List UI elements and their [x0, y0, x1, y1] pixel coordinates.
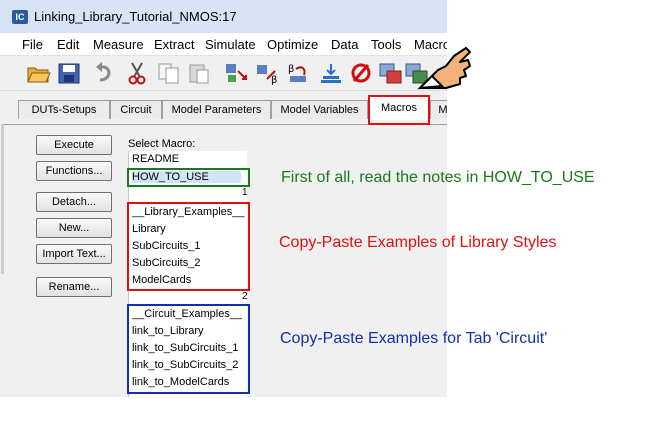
tool-d-icon[interactable]: [318, 61, 344, 85]
pointing-hand-icon: [417, 47, 471, 90]
menu-measure[interactable]: Measure: [93, 37, 144, 52]
menu-file[interactable]: File: [22, 37, 43, 52]
tab-duts-setups[interactable]: DUTs-Setups: [18, 100, 110, 119]
menu-simulate[interactable]: Simulate: [205, 37, 256, 52]
paste-icon[interactable]: [186, 61, 212, 85]
svg-text:β: β: [288, 64, 294, 75]
menu-optimize[interactable]: Optimize: [267, 37, 318, 52]
menu-edit[interactable]: Edit: [57, 37, 79, 52]
window-title: Linking_Library_Tutorial_NMOS:17: [34, 9, 237, 24]
tab-circuit[interactable]: Circuit: [110, 100, 162, 119]
select-macro-label: Select Macro:: [128, 138, 196, 150]
how-to-use-highlight: [127, 168, 250, 187]
group-number-1: 1: [242, 187, 248, 198]
svg-text:β: β: [271, 75, 277, 85]
tab-more[interactable]: M: [430, 100, 447, 119]
tool-e-icon[interactable]: [378, 61, 404, 85]
annotation-circuit-tab: Copy-Paste Examples for Tab 'Circuit': [280, 330, 548, 347]
toolbar: β β: [0, 56, 447, 91]
tool-a-icon[interactable]: [224, 61, 250, 85]
new-button[interactable]: New...: [36, 218, 112, 238]
import-text-button[interactable]: Import Text...: [36, 244, 112, 264]
open-folder-icon[interactable]: [26, 61, 52, 85]
menu-bar: File Edit Measure Extract Simulate Optim…: [0, 33, 447, 56]
tool-b-icon[interactable]: β: [255, 61, 281, 85]
annotation-how-to-use: First of all, read the notes in HOW_TO_U…: [281, 169, 595, 186]
detach-button[interactable]: Detach...: [36, 192, 112, 212]
functions-button[interactable]: Functions...: [36, 161, 112, 181]
cut-icon[interactable]: [124, 61, 150, 85]
save-icon[interactable]: [56, 61, 82, 85]
macros-tab-highlight: [368, 95, 430, 125]
circuit-examples-highlight: [127, 304, 250, 394]
app-icon: IC: [12, 10, 28, 24]
rename-button[interactable]: Rename...: [36, 277, 112, 297]
tool-c-icon[interactable]: β: [286, 61, 312, 85]
title-bar: IC Linking_Library_Tutorial_NMOS:17: [0, 0, 447, 33]
menu-data[interactable]: Data: [331, 37, 358, 52]
library-examples-highlight: [127, 202, 250, 291]
tab-model-parameters[interactable]: Model Parameters: [162, 100, 271, 119]
annotation-library-styles: Copy-Paste Examples of Library Styles: [279, 234, 557, 251]
copy-icon[interactable]: [156, 61, 182, 85]
group-number-2: 2: [242, 291, 248, 302]
list-item-readme[interactable]: README: [132, 153, 179, 165]
undo-icon[interactable]: [92, 61, 118, 85]
menu-tools[interactable]: Tools: [371, 37, 401, 52]
execute-button[interactable]: Execute: [36, 135, 112, 155]
tab-model-variables[interactable]: Model Variables: [271, 100, 368, 119]
menu-extract[interactable]: Extract: [154, 37, 194, 52]
null-icon[interactable]: [348, 61, 374, 85]
